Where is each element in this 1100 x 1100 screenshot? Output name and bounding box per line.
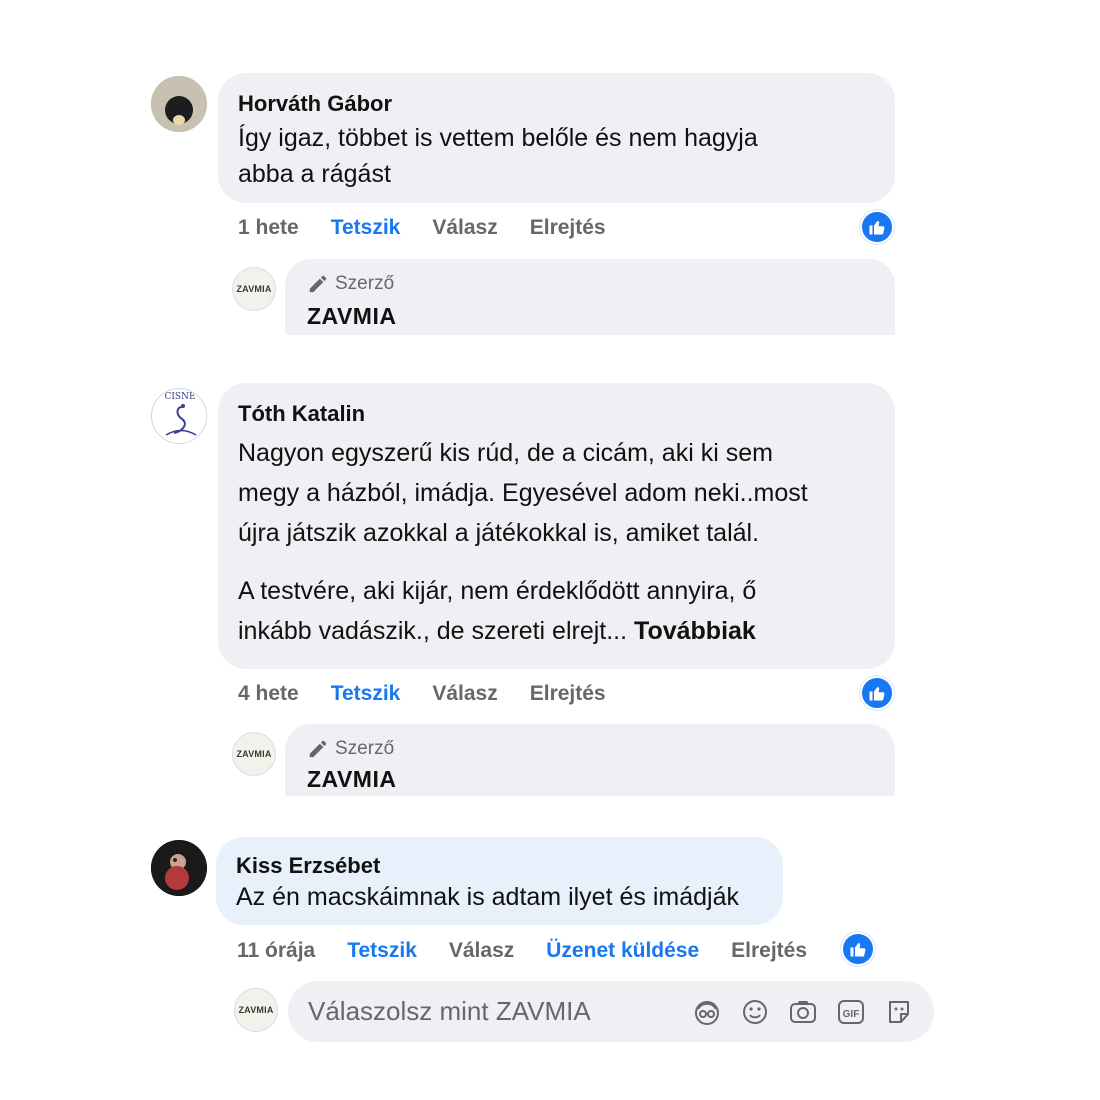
timestamp[interactable]: 4 hete [238,682,299,706]
comment-text-line: Így igaz, többet is vettem belőle és nem… [238,124,758,152]
page-avatar-label: ZAVMIA [236,749,272,759]
comment-text: Az én macskáimnak is adtam ilyet és imád… [236,883,739,911]
profile-photo-icon [151,76,207,132]
thumbs-up-icon [850,943,866,957]
comment-text-line: abba a rágást [238,160,391,188]
profile-photo-icon [151,840,207,896]
comment-actions: 4 hete Tetszik Válasz Elrejtés [238,682,638,706]
reply-bubble: Szerző ZAVMIA [285,724,895,796]
comment-author[interactable]: Horváth Gábor [238,91,875,117]
comment-bubble: Horváth Gábor Így igaz, többet is vettem… [218,73,895,203]
comment-text-line: A testvére, aki kijár, nem érdeklődött a… [238,577,757,605]
gif-icon[interactable]: GIF [836,997,866,1027]
comment-text-line: inkább vadászik., de szereti elrejt... T… [238,611,875,651]
avatar-sticker-icon[interactable] [692,997,722,1027]
timestamp[interactable]: 11 órája [237,939,315,963]
thumbs-up-icon [869,687,885,701]
hide-button[interactable]: Elrejtés [731,939,807,963]
comment-text-truncated: inkább vadászik., de szereti elrejt... [238,617,628,645]
like-reaction-badge[interactable] [860,676,894,710]
reply-button[interactable]: Válasz [432,216,497,240]
thumbs-up-icon [869,221,885,235]
reply-composer: GIF [288,981,934,1042]
avatar[interactable]: CISNE [151,388,207,444]
avatar[interactable] [151,76,207,132]
comment-actions: 1 hete Tetszik Válasz Elrejtés [238,216,638,240]
author-badge-label: Szerző [335,273,395,294]
hide-button[interactable]: Elrejtés [530,216,606,240]
comment-actions: 11 órája Tetszik Válasz Üzenet küldése E… [237,939,839,963]
like-reaction-badge[interactable] [841,932,875,966]
reply-button[interactable]: Válasz [432,682,497,706]
see-more-link[interactable]: Továbbiak [634,617,756,645]
pencil-icon [309,740,327,758]
composer-icons: GIF [674,997,914,1027]
reply-button[interactable]: Válasz [449,939,514,963]
like-button[interactable]: Tetszik [331,682,401,706]
pencil-icon [309,275,327,293]
reply-author[interactable]: ZAVMIA [307,303,873,330]
page-avatar-label: ZAVMIA [236,284,272,294]
camera-icon[interactable] [788,997,818,1027]
author-badge: Szerző [307,738,873,760]
comment-bubble: Kiss Erzsébet Az én macskáimnak is adtam… [216,837,783,925]
like-button[interactable]: Tetszik [331,216,401,240]
hide-button[interactable]: Elrejtés [530,682,606,706]
emoji-icon[interactable] [740,997,770,1027]
author-badge-label: Szerző [335,738,395,759]
comment-text-line: megy a házból, imádja. Egyesével adom ne… [238,479,808,507]
sticker-icon[interactable] [884,997,914,1027]
comment-text-line: újra játszik azokkal a játékokkal is, am… [238,519,760,547]
like-button[interactable]: Tetszik [347,939,417,963]
reply-bubble: Szerző ZAVMIA [285,259,895,335]
reply-input[interactable] [308,996,674,1027]
comment-author[interactable]: Kiss Erzsébet [236,853,763,879]
svg-text:GIF: GIF [843,1009,860,1020]
page-avatar-label: ZAVMIA [238,1005,274,1015]
page-avatar[interactable]: ZAVMIA [232,267,276,311]
author-badge: Szerző [307,273,873,295]
avatar-caption: CISNE [164,392,196,402]
send-message-button[interactable]: Üzenet küldése [546,939,699,963]
comment-text-line: Nagyon egyszerű kis rúd, de a cicám, aki… [238,439,773,467]
timestamp[interactable]: 1 hete [238,216,299,240]
comment-author[interactable]: Tóth Katalin [238,401,875,427]
like-reaction-badge[interactable] [860,210,894,244]
page-avatar[interactable]: ZAVMIA [234,988,278,1032]
avatar[interactable] [151,840,207,896]
reply-author[interactable]: ZAVMIA [307,766,873,793]
page-avatar[interactable]: ZAVMIA [232,732,276,776]
comment-bubble: Tóth Katalin Nagyon egyszerű kis rúd, de… [218,383,895,669]
